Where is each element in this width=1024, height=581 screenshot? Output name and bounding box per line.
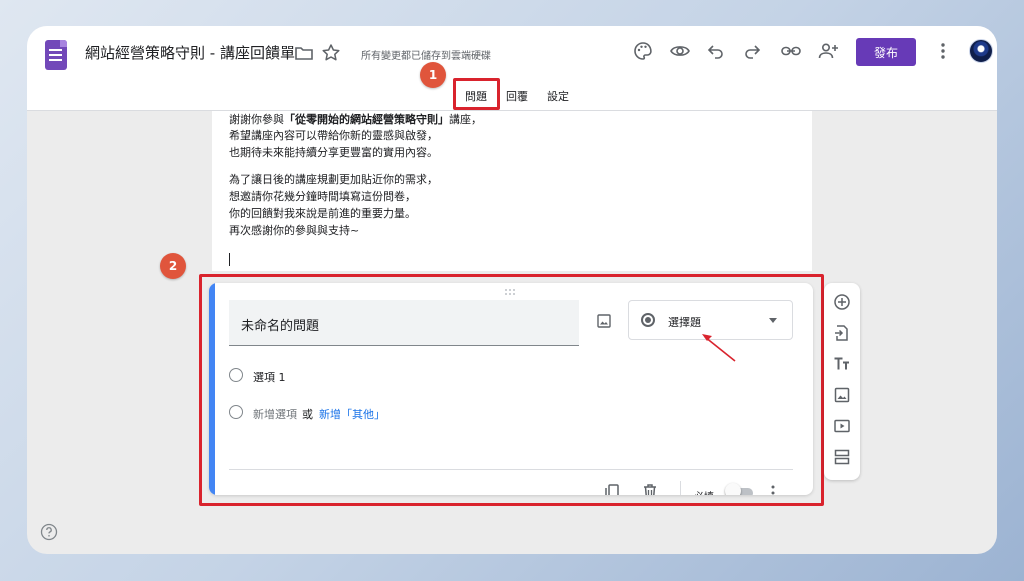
form-description-card[interactable]: 謝謝你參與「從零開始的網站經營策略守則」講座， 希望講座內容可以帶給你新的靈感與… (212, 111, 812, 271)
user-avatar[interactable] (969, 39, 993, 63)
option-1-label[interactable]: 選項 1 (253, 369, 286, 385)
question-accent-bar (209, 283, 215, 495)
side-toolbar (824, 283, 860, 480)
required-label: 必填 (694, 488, 714, 495)
help-icon[interactable] (40, 523, 58, 541)
add-option-link[interactable]: 新增選項 (253, 406, 297, 422)
import-questions-icon[interactable] (833, 324, 851, 342)
option-radio-icon (229, 368, 243, 382)
document-title[interactable]: 網站經營策略守則 - 講座回饋單 (85, 42, 295, 63)
annotation-arrow (702, 334, 736, 362)
publish-button[interactable]: 發布 (856, 38, 916, 66)
add-collaborator-icon[interactable] (817, 40, 839, 62)
link-icon[interactable] (780, 40, 802, 62)
add-question-icon[interactable] (833, 293, 851, 311)
tab-settings[interactable]: 設定 (547, 88, 569, 104)
top-header: 網站經營策略守則 - 講座回饋單 所有變更都已儲存到雲端硬碟 發布 問題 回覆 … (27, 26, 997, 111)
dropdown-caret-icon (769, 318, 777, 323)
delete-trash-icon[interactable] (642, 483, 658, 495)
forms-editor-window: 網站經營策略守則 - 講座回饋單 所有變更都已儲存到雲端硬碟 發布 問題 回覆 … (27, 26, 997, 554)
description-line-4: 為了讓日後的講座規劃更加貼近你的需求， (229, 173, 438, 186)
question-more-options-icon[interactable] (769, 484, 777, 495)
add-title-icon[interactable] (833, 355, 851, 373)
description-line-3: 也期待未來能持續分享更豐富的實用內容。 (229, 146, 438, 159)
description-line-2: 希望講座內容可以帶給你新的靈感與啟發， (229, 129, 438, 142)
tab-responses[interactable]: 回覆 (506, 88, 528, 104)
redo-icon[interactable] (741, 40, 763, 62)
more-options-icon[interactable] (935, 41, 951, 61)
question-title-text: 未命名的問題 (241, 319, 320, 334)
description-line-1: 謝謝你參與「從零開始的網站經營策略守則」講座， (229, 113, 482, 126)
question-card[interactable]: 未命名的問題 選擇題 選項 1 新增選項 或 新增「其他」 必填 (209, 283, 813, 495)
tab-highlight-box (453, 78, 500, 110)
add-image-icon[interactable] (833, 386, 851, 404)
preview-eye-icon[interactable] (669, 40, 691, 62)
add-section-icon[interactable] (833, 448, 851, 466)
undo-icon[interactable] (705, 40, 727, 62)
step-badge-1: 1 (420, 62, 446, 88)
palette-icon[interactable] (632, 40, 654, 62)
drag-handle-icon[interactable] (503, 288, 517, 296)
add-video-icon[interactable] (833, 417, 851, 435)
description-line-5: 想邀請你花幾分鐘時間填寫這份問卷， (229, 190, 416, 203)
add-image-icon[interactable] (596, 313, 612, 329)
folder-icon[interactable] (294, 43, 314, 63)
card-divider (229, 469, 793, 470)
footer-separator (680, 481, 681, 495)
save-status-text: 所有變更都已儲存到雲端硬碟 (361, 51, 491, 62)
step-badge-2: 2 (160, 253, 186, 279)
add-option-radio-icon (229, 405, 243, 419)
add-other-link[interactable]: 新增「其他」 (319, 406, 385, 422)
text-cursor (229, 253, 230, 266)
google-forms-logo-icon[interactable] (45, 40, 67, 70)
radio-selected-icon (641, 313, 655, 327)
description-line-7: 再次感謝你的參與與支持~ (229, 224, 360, 237)
or-text: 或 (302, 408, 313, 421)
required-toggle-knob[interactable] (725, 483, 741, 495)
duplicate-icon[interactable] (604, 483, 620, 495)
description-line-6: 你的回饋對我來說是前進的重要力量。 (229, 207, 416, 220)
star-icon[interactable] (321, 43, 341, 63)
question-title-input[interactable]: 未命名的問題 (229, 300, 579, 346)
